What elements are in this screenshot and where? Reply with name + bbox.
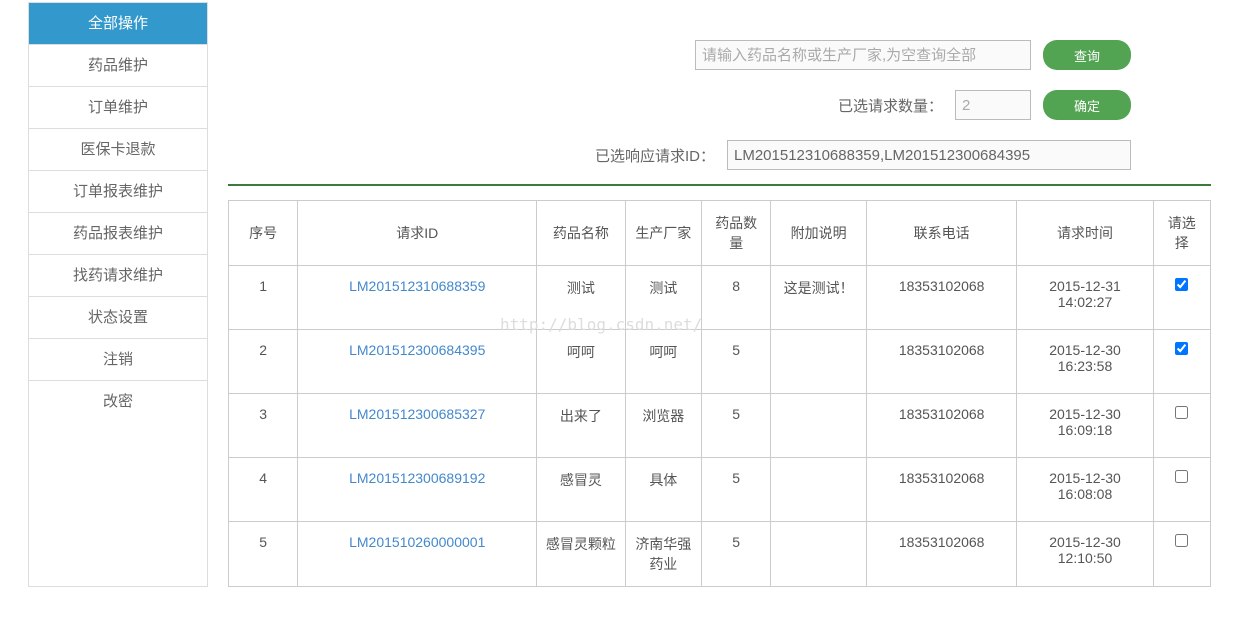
cell-seq: 2: [229, 330, 298, 394]
divider: [228, 184, 1211, 186]
cell-qty: 5: [702, 522, 771, 587]
request-id-link[interactable]: LM201512310688359: [349, 278, 485, 294]
cell-manu: 测试: [625, 266, 701, 330]
main-content: 查询 已选请求数量： 确定 已选响应请求ID： 序号 请求ID 药品名称 生产厂…: [208, 0, 1241, 587]
sidebar-item-all-operations[interactable]: 全部操作: [29, 3, 207, 45]
row-checkbox[interactable]: [1175, 534, 1188, 547]
row-checkbox[interactable]: [1175, 470, 1188, 483]
request-id-link[interactable]: LM201512300685327: [349, 406, 485, 422]
cell-time: 2015-12-30 16:08:08: [1017, 458, 1153, 522]
search-input[interactable]: [695, 40, 1031, 70]
cell-phone: 18353102068: [866, 394, 1017, 458]
cell-seq: 5: [229, 522, 298, 587]
col-header-time: 请求时间: [1017, 201, 1153, 266]
col-header-id: 请求ID: [298, 201, 537, 266]
cell-select: [1153, 394, 1210, 458]
col-header-name: 药品名称: [537, 201, 625, 266]
row-checkbox[interactable]: [1175, 278, 1188, 291]
cell-seq: 3: [229, 394, 298, 458]
cell-phone: 18353102068: [866, 266, 1017, 330]
request-id-link[interactable]: LM201510260000001: [349, 534, 485, 550]
selected-count-input: [955, 90, 1031, 120]
sidebar-item-medicare-refund[interactable]: 医保卡退款: [29, 129, 207, 171]
cell-id: LM201512300684395: [298, 330, 537, 394]
cell-name: 出来了: [537, 394, 625, 458]
cell-select: [1153, 522, 1210, 587]
col-header-phone: 联系电话: [866, 201, 1017, 266]
cell-select: [1153, 458, 1210, 522]
cell-phone: 18353102068: [866, 522, 1017, 587]
confirm-button[interactable]: 确定: [1043, 90, 1131, 120]
cell-manu: 具体: [625, 458, 701, 522]
table-row: 2LM201512300684395呵呵呵呵5183531020682015-1…: [229, 330, 1211, 394]
col-header-seq: 序号: [229, 201, 298, 266]
cell-seq: 4: [229, 458, 298, 522]
cell-time: 2015-12-30 12:10:50: [1017, 522, 1153, 587]
cell-phone: 18353102068: [866, 458, 1017, 522]
col-header-qty: 药品数量: [702, 201, 771, 266]
cell-time: 2015-12-31 14:02:27: [1017, 266, 1153, 330]
cell-manu: 浏览器: [625, 394, 701, 458]
cell-select: [1153, 266, 1210, 330]
cell-note: 这是测试！: [771, 266, 867, 330]
col-header-note: 附加说明: [771, 201, 867, 266]
table-row: 3 LM201512300685327 出来了浏览器5 183531020682015…: [229, 394, 1211, 458]
search-button[interactable]: 查询: [1043, 40, 1131, 70]
selected-ids-label: 已选响应请求ID：: [595, 145, 715, 166]
cell-id: LM201512300689192: [298, 458, 537, 522]
cell-qty: 5: [702, 330, 771, 394]
cell-name: 感冒灵颗粒: [537, 522, 625, 587]
table-row: 1LM201512310688359测试测试8这是测试！183531020682…: [229, 266, 1211, 330]
sidebar: 全部操作 药品维护 订单维护 医保卡退款 订单报表维护 药品报表维护 找药请求维…: [28, 2, 208, 587]
request-id-link[interactable]: LM201512300684395: [349, 342, 485, 358]
cell-select: [1153, 330, 1210, 394]
col-header-manu: 生产厂家: [625, 201, 701, 266]
cell-name: 感冒灵: [537, 458, 625, 522]
cell-manu: 济南华强药业: [625, 522, 701, 587]
cell-note: [771, 522, 867, 587]
sidebar-item-drug-maintain[interactable]: 药品维护: [29, 45, 207, 87]
cell-phone: 18353102068: [866, 330, 1017, 394]
cell-time: 2015-12-30 16:09:18: [1017, 394, 1153, 458]
selected-count-label: 已选请求数量：: [838, 95, 943, 116]
cell-note: [771, 458, 867, 522]
cell-qty: 5: [702, 458, 771, 522]
cell-time: 2015-12-30 16:23:58: [1017, 330, 1153, 394]
request-id-link[interactable]: LM201512300689192: [349, 470, 485, 486]
cell-note: [771, 330, 867, 394]
col-header-select: 请选择: [1153, 201, 1210, 266]
cell-id: LM201510260000001: [298, 522, 537, 587]
table-row: 5LM201510260000001感冒灵颗粒济南华强药业51835310206…: [229, 522, 1211, 587]
cell-qty: 8: [702, 266, 771, 330]
sidebar-item-order-maintain[interactable]: 订单维护: [29, 87, 207, 129]
row-checkbox[interactable]: [1175, 406, 1188, 419]
sidebar-item-order-report[interactable]: 订单报表维护: [29, 171, 207, 213]
cell-id: LM201512310688359: [298, 266, 537, 330]
row-checkbox[interactable]: [1175, 342, 1188, 355]
sidebar-item-logout[interactable]: 注销: [29, 339, 207, 381]
cell-name: 测试: [537, 266, 625, 330]
cell-seq: 1: [229, 266, 298, 330]
cell-manu: 呵呵: [625, 330, 701, 394]
cell-note: [771, 394, 867, 458]
cell-qty: 5: [702, 394, 771, 458]
request-table: 序号 请求ID 药品名称 生产厂家 药品数量 附加说明 联系电话 请求时间 请选…: [228, 200, 1211, 587]
sidebar-item-drug-request[interactable]: 找药请求维护: [29, 255, 207, 297]
cell-id: LM201512300685327: [298, 394, 537, 458]
sidebar-item-drug-report[interactable]: 药品报表维护: [29, 213, 207, 255]
sidebar-item-change-password[interactable]: 改密: [29, 381, 207, 423]
table-row: 4 LM201512300689192 感冒灵具体5 183531020682015-…: [229, 458, 1211, 522]
cell-name: 呵呵: [537, 330, 625, 394]
selected-ids-input: [727, 140, 1131, 170]
sidebar-item-status-setting[interactable]: 状态设置: [29, 297, 207, 339]
